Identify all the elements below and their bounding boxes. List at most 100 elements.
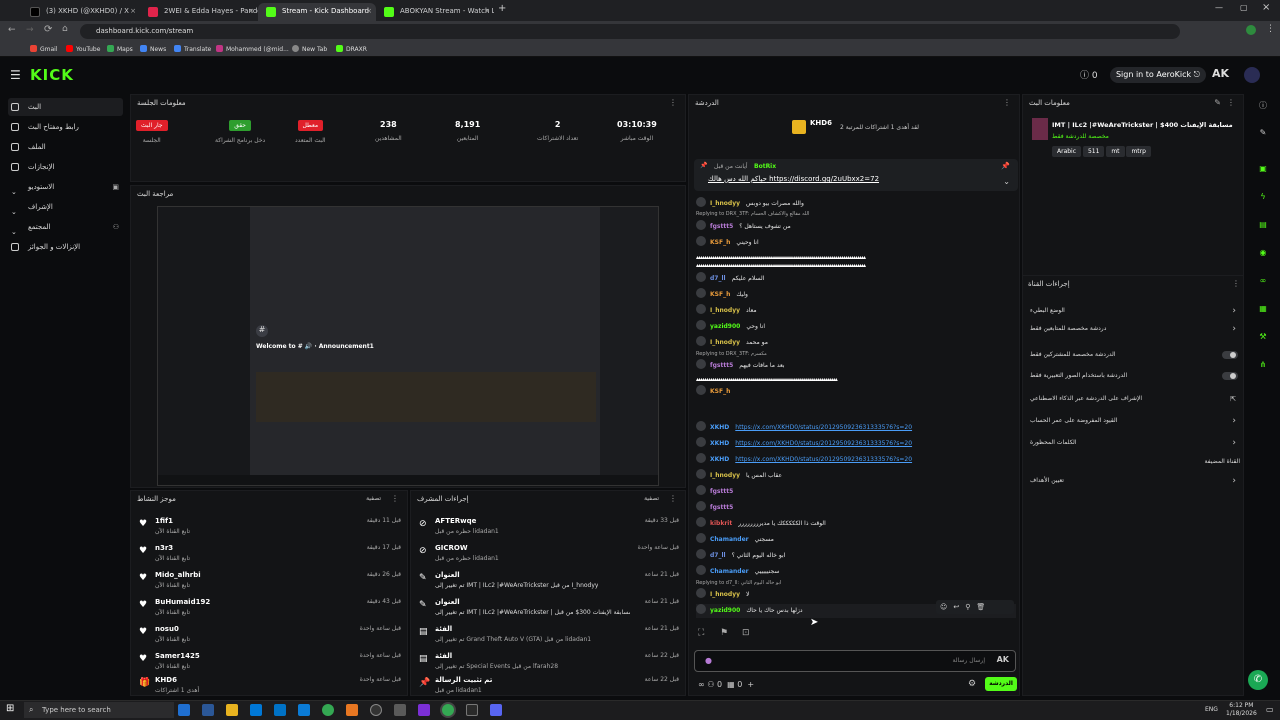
taskbar-search[interactable]: ⌕ Type here to search [24, 702, 174, 718]
kick-logo[interactable]: KICK [30, 66, 74, 84]
more-icon[interactable]: ⋮ [1227, 98, 1235, 107]
calendar-icon[interactable]: ▦ [727, 680, 735, 689]
chat-message[interactable]: I_hnodyy مو محمد [696, 336, 1016, 350]
bookmark-translate[interactable]: Translate [174, 45, 211, 53]
bookmark-youtube[interactable]: YouTube [66, 45, 100, 53]
more-icon[interactable]: ⋮ [669, 494, 677, 503]
browser-tab[interactable]: ABOKYAN Stream - Watch Live× [376, 3, 494, 21]
sidebar-item-moderation[interactable]: ⌄ الإشراف [8, 198, 123, 216]
address-bar[interactable]: dashboard.kick.com/stream [80, 24, 1180, 39]
settings-icon[interactable]: ⚙ [968, 679, 976, 689]
close-tab-icon[interactable]: × [248, 3, 254, 19]
sidebar-item-profile[interactable]: الملف [8, 138, 123, 156]
browser-menu-icon[interactable]: ⋮ [1266, 24, 1275, 34]
lock-icon[interactable]: ⊡ [742, 628, 750, 638]
bookmark-maps[interactable]: Maps [107, 45, 133, 53]
mic-icon[interactable]: ● [705, 656, 712, 665]
close-window-icon[interactable]: × [1262, 2, 1270, 13]
chrome-icon[interactable] [322, 704, 334, 716]
send-chat-button[interactable]: الدردشة [985, 677, 1017, 691]
vlc-icon[interactable] [346, 704, 358, 716]
chat-message[interactable]: I_hnodyy والله مصرات بيو دوبس [696, 197, 1016, 211]
sticker-icon[interactable]: ⚑ [720, 628, 728, 638]
user-avatar[interactable] [1244, 67, 1260, 83]
action-account-age[interactable]: القيود المفروضة على عمر الحساب › [1030, 414, 1240, 428]
chat-message[interactable]: fgsttt5 بعد ما مافات فيهم [696, 359, 1016, 373]
chat-message[interactable]: KSF_h انا وحيني [696, 236, 1016, 250]
forward-icon[interactable]: → [26, 25, 34, 35]
app-icon[interactable] [418, 704, 430, 716]
windows-start-icon[interactable]: ⊞ [6, 703, 14, 714]
back-icon[interactable]: ← [8, 25, 16, 35]
chat-message[interactable]: Chamander مسجني [696, 533, 1016, 547]
more-icon[interactable]: ⋮ [1003, 98, 1011, 107]
sidebar-item-community[interactable]: ⌄ المجتمع ⚇ [8, 218, 123, 236]
new-tab-icon[interactable]: + [498, 3, 506, 14]
clock[interactable]: 6:12 PM 1/18/2026 [1226, 702, 1257, 718]
action-slow-mode[interactable]: الوضع البطيء › [1030, 304, 1240, 318]
delete-icon[interactable]: 🗑 [976, 603, 991, 611]
chat-message[interactable]: XKHD https://x.com/XKHD0/status/201295092… [696, 437, 1016, 451]
sidebar-item-studio[interactable]: ⌄ الاستوديو ▣ [8, 178, 123, 196]
profile-avatar[interactable] [1246, 25, 1256, 35]
emote-icon[interactable]: ⛶ [698, 628, 704, 638]
chat-bubble-icon[interactable]: ◉ [1256, 248, 1270, 262]
terminal-icon[interactable] [466, 704, 478, 716]
chat-message[interactable]: I_hnodyy عقاب المس يا [696, 469, 1016, 483]
unpin-icon[interactable]: 📌 [1001, 162, 1010, 170]
signin-button[interactable]: Sign in to AeroKick ⎋ [1110, 67, 1206, 83]
filter-button[interactable]: تصفية [366, 495, 381, 502]
folder-icon[interactable] [226, 704, 238, 716]
sidebar-item-achievements[interactable]: الإنجازات [8, 158, 123, 176]
chat-message[interactable]: KSF_h وليك [696, 288, 1016, 302]
bookmark-gmail[interactable]: Gmail [30, 45, 58, 53]
bookmark-new-tab[interactable]: New Tab [292, 45, 327, 53]
home-icon[interactable]: ⌂ [62, 24, 68, 34]
browser-tab[interactable]: 2WEI & Edda Hayes - Pandora× [140, 3, 258, 21]
chat-message[interactable]: d7_ll السلام عليكم [696, 272, 1016, 286]
action-followers-only[interactable]: دردشة مخصصة للمتابعين فقط › [1030, 322, 1240, 336]
browser-tab-active[interactable]: Stream - Kick Dashboard × [258, 3, 376, 21]
settings-app-icon[interactable] [394, 704, 406, 716]
action-banned-words[interactable]: الكلمات المحظورة › [1030, 436, 1240, 450]
support-chat-button[interactable]: ✆ [1248, 670, 1268, 690]
reply-icon[interactable]: ↩ [953, 603, 965, 611]
toggle-switch[interactable] [1222, 372, 1238, 380]
bookmark-draxr[interactable]: DRAXR [336, 45, 367, 53]
chevron-down-icon[interactable]: ⌄ [1003, 177, 1010, 186]
store-icon[interactable] [250, 704, 262, 716]
sidebar-item-stream[interactable]: البث [8, 98, 123, 116]
chat-message[interactable]: kibkrit الوقت ذا الكككككك يا مديرررررررر [696, 517, 1016, 531]
filter-button[interactable]: تصفية [644, 495, 659, 502]
tool-icon[interactable]: ⚒ [1256, 332, 1270, 346]
sidebar-item-drops[interactable]: الإنزالات و الجوائز [8, 238, 123, 256]
camera-icon[interactable]: ▣ [1256, 164, 1270, 178]
pin-icon[interactable]: ⚲ [965, 603, 976, 611]
document-icon[interactable]: ▤ [1256, 220, 1270, 234]
chrome-active-icon[interactable] [442, 704, 454, 716]
menu-icon[interactable]: ☰ [10, 68, 21, 82]
outlook-icon[interactable] [274, 704, 286, 716]
chat-message[interactable]: Chamander سجنيييييي [696, 565, 1016, 579]
stream-preview-video[interactable]: # Welcome to # 🔊 · Announcement1 [157, 206, 659, 486]
chat-message[interactable]: XKHD https://x.com/XKHD0/status/201295092… [696, 421, 1016, 435]
maximize-icon[interactable]: ▢ [1240, 3, 1248, 12]
chat-top-user[interactable]: KHD6 [810, 119, 832, 127]
action-host-channel[interactable]: القناة المضيفة [1030, 455, 1240, 469]
language-indicator[interactable]: ENG [1205, 706, 1218, 713]
obs-icon[interactable] [370, 704, 382, 716]
message-actions[interactable]: ☺↩⚲🗑 [936, 600, 1014, 614]
chat-message[interactable]: I_hnodyy معاد [696, 304, 1016, 318]
action-set-goals[interactable]: تعيين الأهداف › [1030, 474, 1240, 488]
sidebar-item-stream-key[interactable]: رابط ومفتاح البث [8, 118, 123, 136]
edit-icon[interactable]: ✎ [1214, 98, 1221, 107]
bookmark-mohammed[interactable]: Mohammed (@mid... [216, 45, 289, 53]
photos-icon[interactable] [298, 704, 310, 716]
action-ai-moderation[interactable]: الإشراف على الدردشة عبر الذكاء الاصطناعي… [1030, 392, 1240, 406]
emoji-icon[interactable]: ☺ [940, 603, 953, 611]
discord-icon[interactable] [490, 704, 502, 716]
link-icon[interactable]: ∞ [1256, 276, 1270, 290]
edge-icon[interactable] [178, 704, 190, 716]
browser-tab[interactable]: (3) XKHD (@XKHD0) / X × [22, 3, 140, 21]
more-icon[interactable]: ⋮ [391, 494, 399, 503]
